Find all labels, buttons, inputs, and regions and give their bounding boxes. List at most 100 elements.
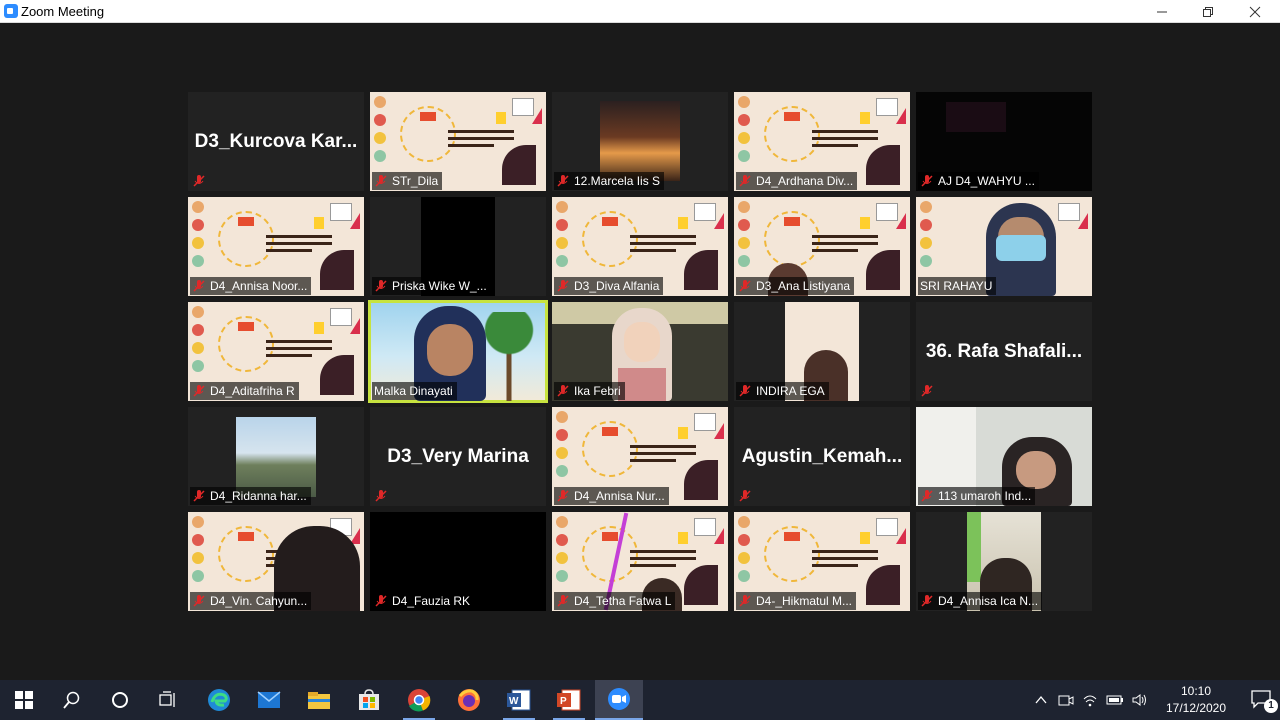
participant-name: Ika Febri [574,384,621,398]
profile-photo [236,417,316,497]
zoom-app-icon [4,4,18,18]
participant-label [190,172,214,190]
participant-tile[interactable]: D4_Vin. Cahyun... [188,512,364,611]
face-mask [996,235,1046,261]
participant-tile[interactable]: D4_Annisa Noor... [188,197,364,296]
file-explorer-taskbar-button[interactable] [295,680,343,720]
participant-label: D4-_Hikmatul M... [736,592,857,610]
participant-tile[interactable]: Priska Wike W_... [370,197,546,296]
chrome-icon [408,689,431,712]
shirt [618,368,666,401]
participant-label: 12.Marcela Iis S [554,172,665,190]
participant-tile[interactable]: INDIRA EGA [734,302,910,401]
muted-mic-icon [921,175,933,187]
participant-tile[interactable]: AJ D4_WAHYU ... [916,92,1092,191]
participant-tile[interactable]: D4_Ridanna har... [188,407,364,506]
edge-taskbar-button[interactable] [195,680,243,720]
zoom-icon [608,688,630,710]
svg-text:P: P [560,696,567,707]
start-button[interactable] [0,680,48,720]
window-titlebar: Zoom Meeting [0,0,1280,23]
participant-tile[interactable]: Agustin_Kemah... [734,407,910,506]
participant-tile[interactable]: SRI RAHAYU [916,197,1092,296]
participant-name: D4_Ridanna har... [210,489,307,503]
muted-mic-icon [557,175,569,187]
face [427,324,473,376]
task-view-button[interactable] [144,680,192,720]
participant-label [918,382,942,400]
windows-taskbar: W P 10:10 17/12/2020 1 [0,680,1280,720]
action-center-button[interactable]: 1 [1250,689,1278,713]
participant-name: D4_Aditafriha R [210,384,295,398]
participant-name: D4_Vin. Cahyun... [210,594,308,608]
participant-tile[interactable]: STr_Dila [370,92,546,191]
muted-mic-icon [193,490,205,502]
mail-taskbar-button[interactable] [245,680,293,720]
window-title: Zoom Meeting [21,4,105,19]
participant-tile[interactable]: D4_Aditafriha R [188,302,364,401]
participant-tile-active-speaker[interactable]: Malka Dinayati [368,300,548,403]
zoom-taskbar-button[interactable] [595,680,643,720]
participant-label: Ika Febri [554,382,625,400]
participant-label: D3_Diva Alfania [554,277,664,295]
volume-icon[interactable] [1132,693,1148,707]
show-hidden-icons-chevron-up-icon[interactable] [1034,693,1048,707]
taskbar-clock[interactable]: 10:10 17/12/2020 [1156,683,1236,717]
participant-tile[interactable]: 113 umaroh Ind... [916,407,1092,506]
participant-tile[interactable]: Ika Febri [552,302,728,401]
muted-mic-icon [739,490,751,502]
restore-button[interactable] [1185,0,1231,23]
participant-tile[interactable]: D3_Kurcova Kar... [188,92,364,191]
participant-label: D4_Vin. Cahyun... [190,592,312,610]
word-taskbar-button[interactable]: W [495,680,543,720]
participant-tile[interactable]: D4_Ardhana Div... [734,92,910,191]
cortana-button[interactable] [96,680,144,720]
participant-label: 113 umaroh Ind... [918,487,1036,505]
muted-mic-icon [193,280,205,292]
participant-name: SRI RAHAYU [920,279,993,293]
muted-mic-icon [557,595,569,607]
clock-time: 10:10 [1180,684,1212,698]
participant-name-display: 36. Rafa Shafali... [925,340,1083,362]
participant-tile[interactable]: D3_Very Marina [370,407,546,506]
store-taskbar-button[interactable] [345,680,393,720]
participant-tile[interactable]: 36. Rafa Shafali... [916,302,1092,401]
participant-name: D4_Annisa Noor... [210,279,308,293]
restore-icon [1203,6,1213,17]
participant-name: D4_Annisa Nur... [574,489,665,503]
participant-tile[interactable]: 12.Marcela Iis S [552,92,728,191]
muted-mic-icon [557,490,569,502]
muted-mic-icon [375,175,387,187]
participant-tile[interactable]: D4-_Hikmatul M... [734,512,910,611]
participant-tile[interactable]: D4_Annisa Nur... [552,407,728,506]
participant-tile[interactable]: D4_Annisa Ica N... [916,512,1092,611]
close-button[interactable] [1232,0,1278,23]
chrome-taskbar-button[interactable] [395,680,443,720]
face [1016,451,1056,489]
participant-name: STr_Dila [392,174,439,188]
word-icon: W [507,689,531,711]
wifi-icon[interactable] [1082,693,1098,707]
muted-mic-icon [739,385,751,397]
search-icon [63,691,80,709]
powerpoint-taskbar-button[interactable]: P [545,680,593,720]
participant-name: 113 umaroh Ind... [938,489,1032,503]
meet-now-icon[interactable] [1058,693,1074,707]
participant-name: Malka Dinayati [374,384,453,398]
minimize-button[interactable] [1139,0,1185,23]
search-button[interactable] [48,680,96,720]
participant-label: INDIRA EGA [736,382,829,400]
participant-label [372,487,396,505]
participant-tile[interactable]: D3_Ana Listiyana [734,197,910,296]
notification-count-badge: 1 [1264,699,1278,713]
participant-tile[interactable]: D4_Fauzia RK [370,512,546,611]
participant-tile[interactable]: D3_Diva Alfania [552,197,728,296]
battery-icon[interactable] [1106,693,1124,707]
store-icon [359,689,379,710]
firefox-taskbar-button[interactable] [445,680,493,720]
participant-tile[interactable]: D4_Tetha Fatwa L [552,512,728,611]
muted-mic-icon [557,280,569,292]
wall-stripe [967,512,981,582]
participant-name: D3_Ana Listiyana [756,279,851,293]
system-tray [1034,680,1148,720]
